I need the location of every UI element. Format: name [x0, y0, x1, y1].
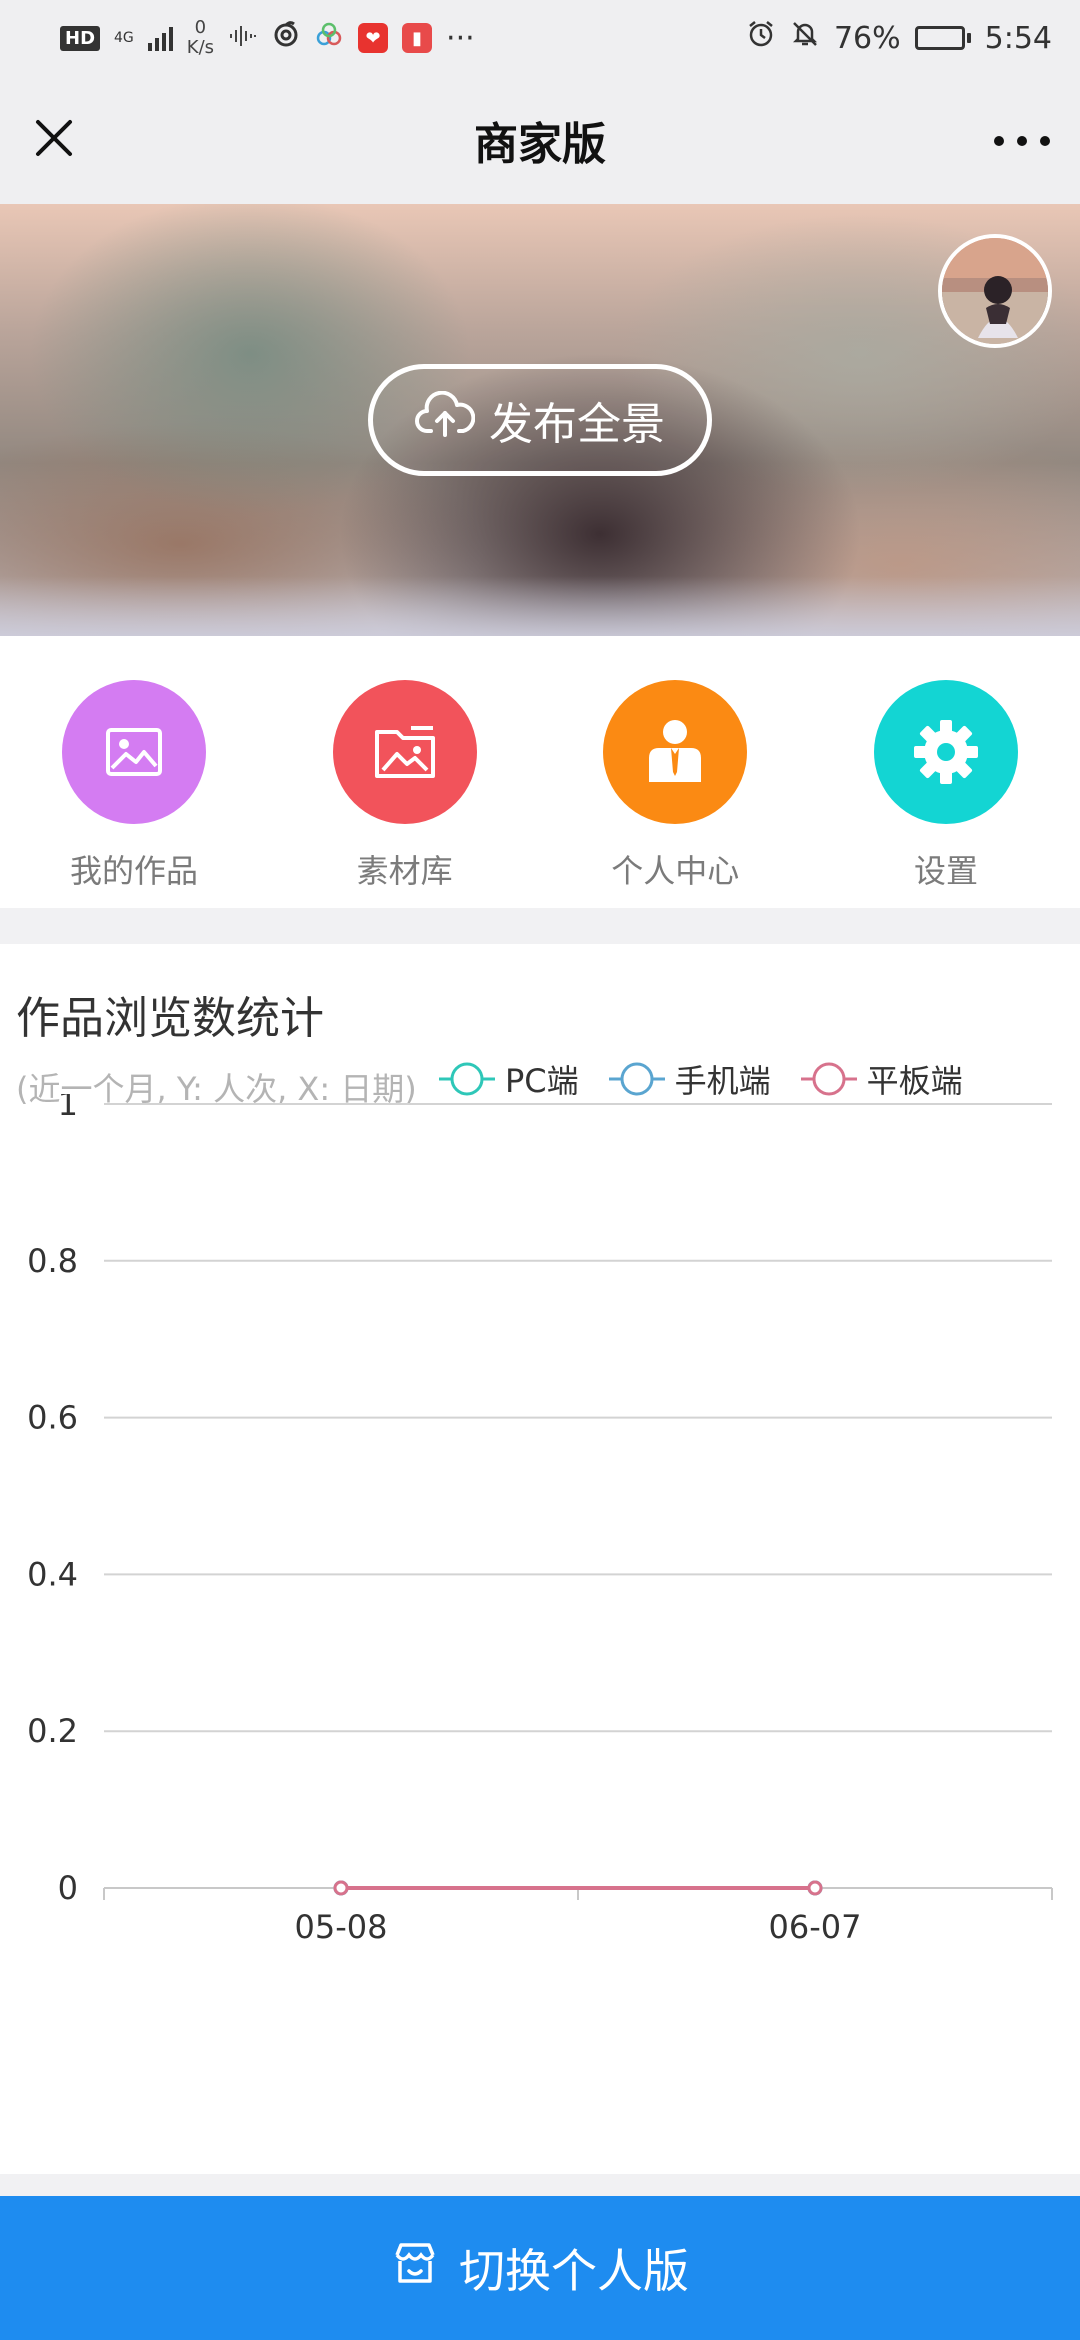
soundwave-icon: [228, 21, 258, 56]
y-tick-label: 0.8: [27, 1242, 78, 1280]
menu-label: 素材库: [356, 852, 453, 890]
status-bar-right: 76% 5:54: [746, 19, 1052, 57]
status-bar: HD 4G 0 K/s ❤ ▮ ··· 76% 5:54: [0, 0, 1080, 76]
nav-bar: 商家版: [0, 76, 1080, 204]
folder-image-icon: [332, 680, 477, 824]
mute-bell-icon: [790, 19, 820, 57]
switch-personal-label: 切换个人版: [459, 2244, 689, 2298]
store-icon: [391, 2239, 439, 2298]
y-tick-label: 0: [58, 1869, 78, 1907]
banner-cover-image: 发布全景: [0, 204, 1080, 636]
status-bar-left: HD 4G 0 K/s ❤ ▮ ···: [60, 18, 475, 58]
views-stats-card: 作品浏览数统计 (近一个月, Y: 人次, X: 日期) PC端 手机端 平板端 0…: [0, 944, 1080, 2174]
publish-panorama-label: 发布全景: [489, 399, 665, 450]
menu-label: 设置: [913, 852, 978, 890]
y-tick-label: 0.6: [27, 1399, 78, 1437]
cloud-app-icon: [314, 21, 344, 56]
network-speed-value: 0: [194, 17, 207, 38]
image-frame-icon: [62, 680, 206, 824]
legend-marker-icon: [608, 1062, 665, 1096]
book-app-icon: ▮: [402, 23, 433, 53]
menu-item-my-works[interactable]: 我的作品: [62, 680, 206, 908]
clock-time: 5:54: [984, 20, 1052, 56]
page-title: 商家版: [474, 119, 606, 170]
network-speed-unit: K/s: [186, 37, 215, 58]
stats-title: 作品浏览数统计: [16, 993, 324, 1044]
avatar[interactable]: [938, 234, 1052, 348]
netease-music-icon: [272, 20, 300, 56]
x-tick-label: 06-07: [769, 1908, 862, 1946]
heart-app-icon: ❤: [358, 23, 389, 53]
battery-icon: [914, 26, 971, 50]
network-speed: 0 K/s: [187, 18, 214, 58]
x-tick-label: 05-08: [295, 1908, 388, 1946]
menu-label: 我的作品: [69, 852, 198, 890]
gear-icon: [873, 680, 1018, 824]
y-tick-label: 0.2: [27, 1712, 78, 1750]
more-menu-icon[interactable]: [994, 126, 1050, 156]
views-line-chart: 0 0.2 0.4 0.6 0.8 1 05-08 06-07: [27, 1094, 1053, 1946]
publish-panorama-button[interactable]: 发布全景: [368, 364, 712, 476]
quick-menu: 我的作品 素材库 个人中心 设置: [0, 636, 1080, 908]
y-tick-label: 1: [58, 1094, 78, 1123]
signal-icon: [147, 25, 173, 51]
alarm-icon: [746, 19, 776, 57]
legend-marker-icon: [800, 1062, 857, 1096]
person-suit-icon: [603, 680, 748, 824]
cloud-upload-icon: [415, 390, 476, 450]
y-tick-label: 0.4: [27, 1555, 78, 1593]
legend-marker-icon: [439, 1062, 495, 1096]
close-icon[interactable]: [30, 114, 78, 162]
menu-item-personal-center[interactable]: 个人中心: [603, 680, 748, 908]
battery-percent: 76%: [833, 20, 901, 56]
data-point: [333, 1880, 349, 1896]
hd-badge: HD: [60, 25, 101, 51]
menu-label: 个人中心: [611, 852, 740, 890]
data-point: [807, 1880, 823, 1896]
network-type: 4G: [114, 30, 134, 46]
menu-item-material-library[interactable]: 素材库: [332, 680, 477, 908]
more-notifications: ···: [446, 20, 475, 56]
switch-personal-button[interactable]: 切换个人版: [0, 2196, 1080, 2340]
menu-item-settings[interactable]: 设置: [873, 680, 1018, 908]
